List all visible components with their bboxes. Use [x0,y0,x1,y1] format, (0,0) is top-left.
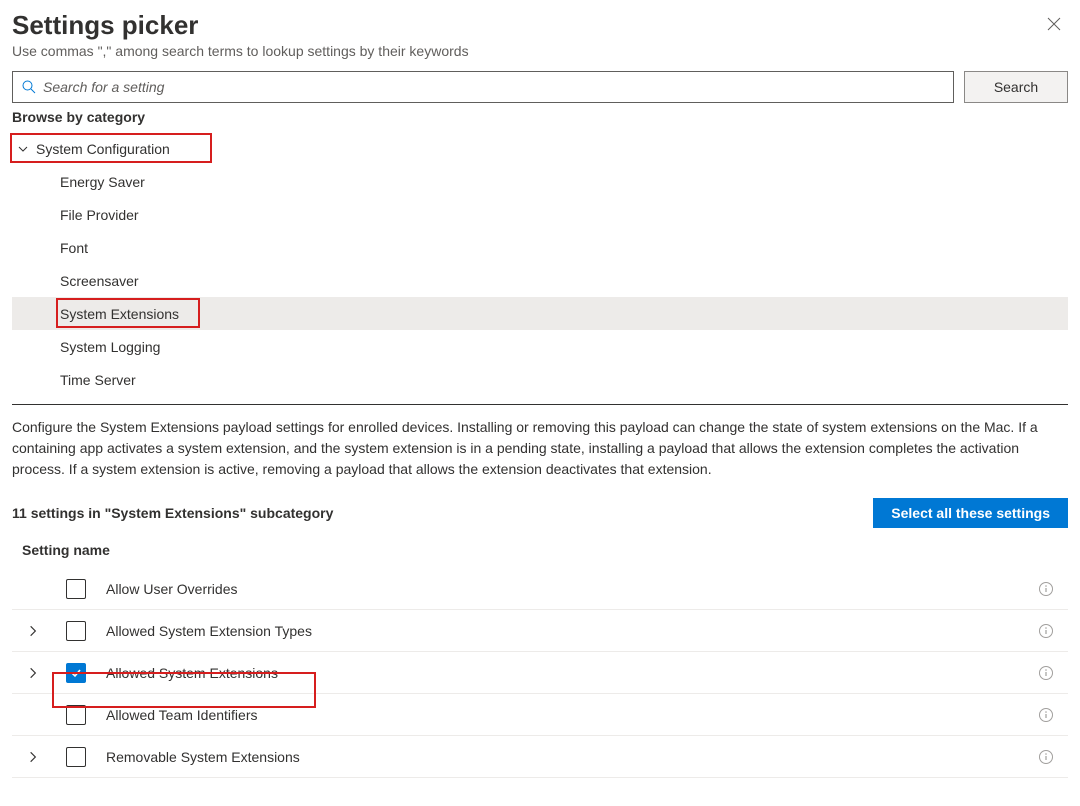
setting-row[interactable]: Allowed System Extension Types [12,610,1068,652]
category-system-configuration[interactable]: System Configuration [12,133,1068,165]
subcategory-system-logging[interactable]: System Logging [12,330,1068,363]
chevron-down-icon [16,143,30,155]
search-box[interactable] [12,71,954,103]
subcategory-label: Font [60,240,88,256]
info-icon[interactable] [1038,581,1054,597]
setting-row[interactable]: Allowed System Extensions [12,652,1068,694]
subcategory-time-server[interactable]: Time Server [12,363,1068,396]
setting-row[interactable]: Allow User Overrides [12,568,1068,610]
subcategory-label: System Logging [60,339,160,355]
search-input[interactable] [43,79,945,95]
setting-label: Allow User Overrides [106,581,1038,597]
category-label: System Configuration [36,141,170,157]
chevron-right-icon [26,624,40,638]
setting-checkbox[interactable] [66,663,86,683]
subcategory-energy-saver[interactable]: Energy Saver [12,165,1068,198]
page-title: Settings picker [12,10,469,41]
subcategory-label: Time Server [60,372,136,388]
category-description: Configure the System Extensions payload … [12,417,1068,480]
subcategory-label: File Provider [60,207,139,223]
setting-label: Removable System Extensions [106,749,1038,765]
setting-row[interactable]: Allowed Team Identifiers [12,694,1068,736]
close-button[interactable] [1046,10,1068,37]
subcategory-label: Screensaver [60,273,139,289]
expand-cell[interactable] [26,666,66,680]
subcategory-label: System Extensions [60,306,179,322]
section-divider [12,404,1068,405]
setting-checkbox[interactable] [66,579,86,599]
expand-cell[interactable] [26,750,66,764]
subcategory-font[interactable]: Font [12,231,1068,264]
subcategory-file-provider[interactable]: File Provider [12,198,1068,231]
info-icon[interactable] [1038,707,1054,723]
setting-label: Allowed System Extensions [106,665,1038,681]
chevron-right-icon [26,750,40,764]
close-icon [1046,16,1062,32]
setting-label: Allowed Team Identifiers [106,707,1038,723]
search-icon [21,79,37,95]
table-header: Setting name [12,542,1068,558]
search-button[interactable]: Search [964,71,1068,103]
subcategory-screensaver[interactable]: Screensaver [12,264,1068,297]
expand-cell[interactable] [26,624,66,638]
subcategory-system-extensions[interactable]: System Extensions [12,297,1068,330]
setting-checkbox[interactable] [66,705,86,725]
chevron-right-icon [26,666,40,680]
subcategory-label: Energy Saver [60,174,145,190]
settings-count: 11 settings in "System Extensions" subca… [12,505,333,521]
setting-checkbox[interactable] [66,747,86,767]
info-icon[interactable] [1038,623,1054,639]
browse-heading: Browse by category [12,109,1068,125]
select-all-button[interactable]: Select all these settings [873,498,1068,528]
setting-row[interactable]: Removable System Extensions [12,736,1068,778]
setting-label: Allowed System Extension Types [106,623,1038,639]
setting-checkbox[interactable] [66,621,86,641]
info-icon[interactable] [1038,749,1054,765]
info-icon[interactable] [1038,665,1054,681]
page-subtitle: Use commas "," among search terms to loo… [12,43,469,59]
